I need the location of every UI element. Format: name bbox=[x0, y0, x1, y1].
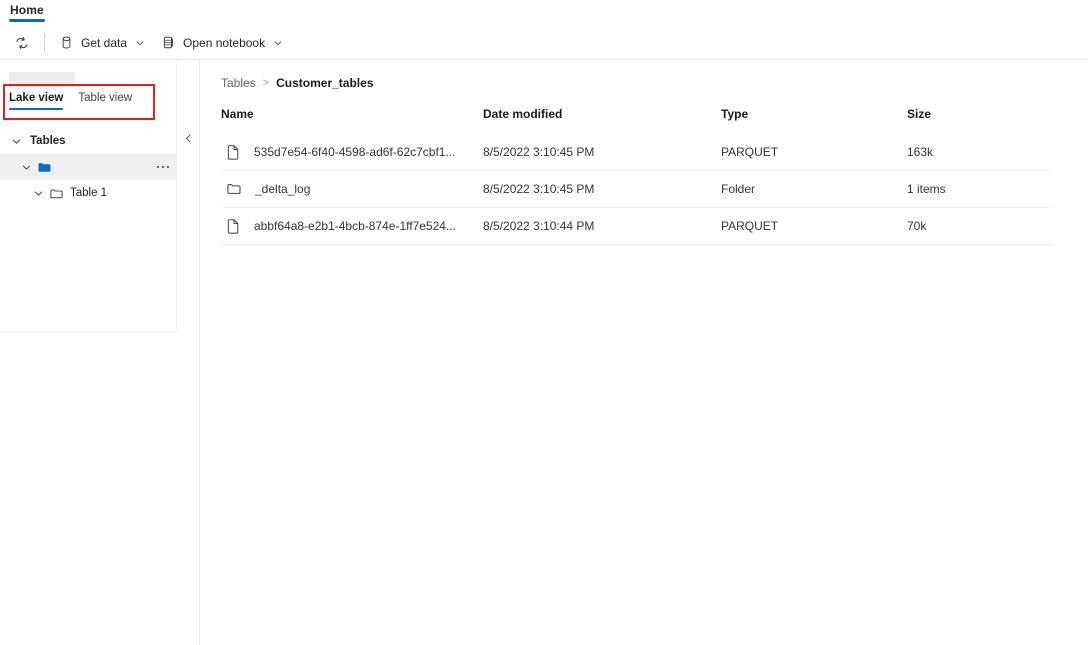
workspace-body: Lake view Table view Tables bbox=[0, 60, 1088, 645]
breadcrumb: Tables > Customer_tables bbox=[221, 76, 1052, 90]
table-row[interactable]: _delta_log 8/5/2022 3:10:45 PM Folder 1 … bbox=[221, 171, 1052, 208]
refresh-icon bbox=[14, 35, 30, 51]
chevron-down-icon bbox=[273, 38, 283, 48]
breadcrumb-item-current[interactable]: Customer_tables bbox=[276, 76, 373, 90]
file-name: abbf64a8-e2b1-4bcb-874e-1ff7e524... bbox=[254, 219, 456, 233]
get-data-button[interactable]: Get data bbox=[51, 30, 153, 56]
view-tabs-highlight-box: Lake view Table view bbox=[3, 84, 155, 120]
cell-size: 70k bbox=[907, 208, 1052, 245]
tree-node-tables[interactable]: Tables bbox=[0, 128, 177, 154]
open-notebook-button[interactable]: Open notebook bbox=[153, 30, 291, 56]
cell-size: 1 items bbox=[907, 171, 1052, 208]
cell-type: PARQUET bbox=[721, 208, 907, 245]
tab-home-label: Home bbox=[10, 3, 44, 17]
chevron-down-icon bbox=[135, 38, 145, 48]
cell-type: Folder bbox=[721, 171, 907, 208]
file-list-table: Name Date modified Type Size bbox=[221, 107, 1052, 245]
tab-lake-view[interactable]: Lake view bbox=[9, 92, 63, 111]
table-row[interactable]: abbf64a8-e2b1-4bcb-874e-1ff7e524... 8/5/… bbox=[221, 208, 1052, 245]
chevron-down-icon[interactable] bbox=[18, 159, 34, 175]
file-name: 535d7e54-6f40-4598-ad6f-62c7cbf1... bbox=[254, 145, 456, 159]
object-tree: Tables bbox=[0, 128, 177, 206]
tab-table-view[interactable]: Table view bbox=[78, 92, 132, 111]
refresh-button[interactable] bbox=[6, 30, 38, 56]
tab-table-view-label: Table view bbox=[78, 92, 132, 104]
column-header-type[interactable]: Type bbox=[721, 107, 907, 134]
file-list-header: Name Date modified Type Size bbox=[221, 107, 1052, 134]
column-header-name[interactable]: Name bbox=[221, 107, 483, 134]
lakehouse-explorer-pane: Lake view Table view Tables bbox=[0, 60, 200, 645]
cell-name: 535d7e54-6f40-4598-ad6f-62c7cbf1... bbox=[221, 134, 483, 171]
ribbon-tab-strip: Home bbox=[0, 0, 1088, 26]
chevron-left-icon bbox=[183, 133, 194, 144]
tab-lake-view-label: Lake view bbox=[9, 92, 63, 104]
cell-date-modified: 8/5/2022 3:10:44 PM bbox=[483, 208, 721, 245]
database-icon bbox=[59, 35, 74, 50]
command-bar: Get data Open notebook bbox=[0, 26, 1088, 60]
file-name: _delta_log bbox=[255, 182, 310, 196]
toolbar-divider bbox=[44, 34, 45, 52]
folder-outline-icon bbox=[226, 181, 242, 197]
tab-lake-view-active-indicator bbox=[9, 108, 63, 110]
file-icon bbox=[226, 144, 241, 160]
cell-date-modified: 8/5/2022 3:10:45 PM bbox=[483, 134, 721, 171]
breadcrumb-separator-icon: > bbox=[263, 77, 269, 89]
table-header-row: Name Date modified Type Size bbox=[221, 107, 1052, 134]
file-browser-pane: Tables > Customer_tables Name Date modif… bbox=[200, 60, 1088, 645]
more-options-icon[interactable] bbox=[154, 158, 172, 176]
file-list-body: 535d7e54-6f40-4598-ad6f-62c7cbf1... 8/5/… bbox=[221, 134, 1052, 245]
cell-date-modified: 8/5/2022 3:10:45 PM bbox=[483, 171, 721, 208]
chevron-down-icon[interactable] bbox=[8, 133, 24, 149]
breadcrumb-item-tables[interactable]: Tables bbox=[221, 76, 256, 90]
cell-size: 163k bbox=[907, 134, 1052, 171]
notebook-icon bbox=[161, 35, 176, 50]
chevron-down-icon[interactable] bbox=[30, 185, 46, 201]
tab-home[interactable]: Home bbox=[7, 0, 47, 17]
folder-filled-icon bbox=[37, 160, 52, 175]
file-icon bbox=[226, 218, 241, 234]
tree-node-table-1[interactable]: Table 1 bbox=[0, 180, 177, 206]
view-tabs: Lake view Table view bbox=[5, 86, 153, 111]
folder-outline-icon bbox=[49, 186, 64, 201]
table-row[interactable]: 535d7e54-6f40-4598-ad6f-62c7cbf1... 8/5/… bbox=[221, 134, 1052, 171]
collapse-pane-button[interactable] bbox=[180, 130, 196, 146]
column-header-size[interactable]: Size bbox=[907, 107, 1052, 134]
tree-node-customer-tables[interactable] bbox=[0, 154, 177, 180]
tree-node-table-1-label: Table 1 bbox=[70, 187, 107, 199]
cell-type: PARQUET bbox=[721, 134, 907, 171]
open-notebook-label: Open notebook bbox=[183, 36, 265, 50]
cell-name: _delta_log bbox=[221, 171, 483, 208]
tab-active-indicator bbox=[9, 19, 45, 22]
tree-node-tables-label: Tables bbox=[30, 135, 66, 147]
column-header-date-modified[interactable]: Date modified bbox=[483, 107, 721, 134]
get-data-label: Get data bbox=[81, 36, 127, 50]
cell-name: abbf64a8-e2b1-4bcb-874e-1ff7e524... bbox=[221, 208, 483, 245]
